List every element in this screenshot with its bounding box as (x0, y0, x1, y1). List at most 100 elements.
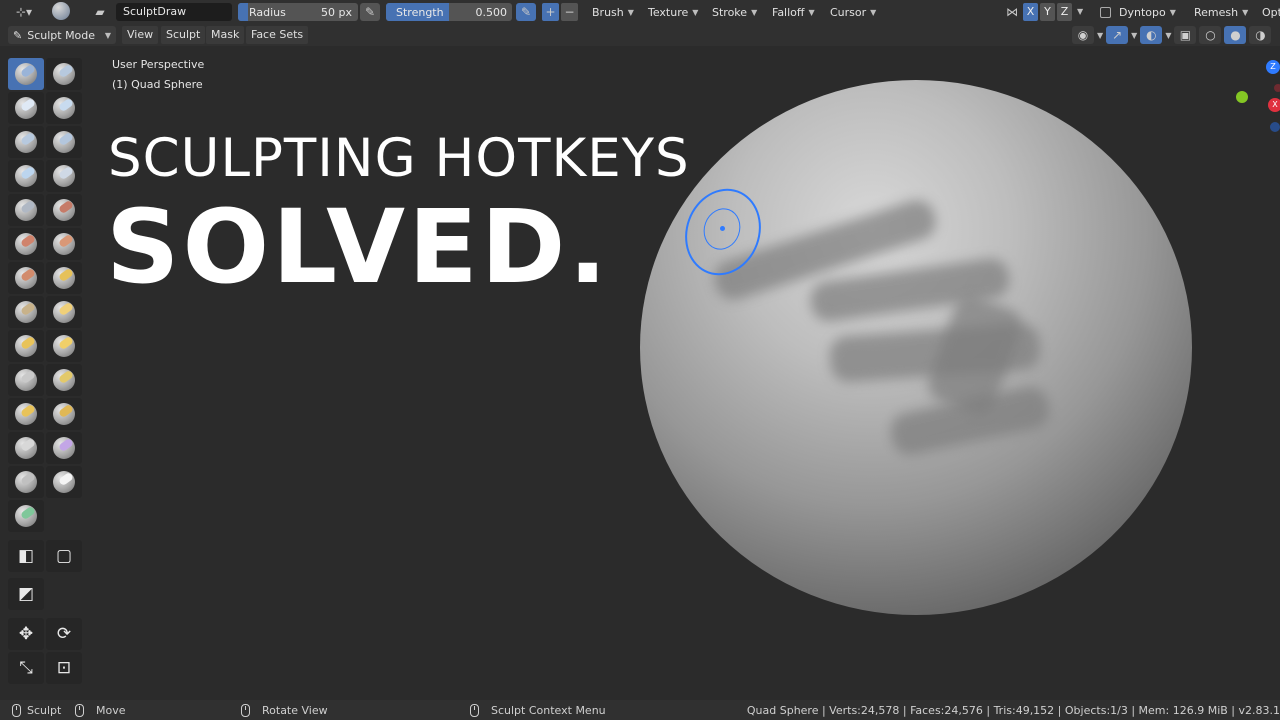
menu-sculpt[interactable]: Sculpt (161, 26, 206, 44)
gizmo-y-axis-dot[interactable] (1236, 91, 1248, 103)
menu-view[interactable]: View (122, 26, 159, 44)
material-shading-icon[interactable]: ◑ (1249, 26, 1272, 44)
chevron-down-icon: ▼ (1242, 7, 1249, 17)
xray-toggle-icon[interactable]: ▣ (1174, 26, 1197, 44)
solid-shading-icon[interactable]: ● (1224, 26, 1247, 44)
texture-menu[interactable]: Texture ▼ (642, 3, 704, 21)
draw-sharp-brush-icon[interactable] (46, 58, 82, 90)
scrape-brush-icon[interactable] (8, 262, 44, 294)
blob-brush-icon[interactable] (46, 160, 82, 192)
chevron-down-icon[interactable]: ▼ (1097, 31, 1103, 40)
lasso-mask-tool-icon[interactable]: ▢ (46, 540, 82, 572)
clay-brush-icon[interactable] (8, 92, 44, 124)
quad-sphere-mesh[interactable] (640, 80, 1192, 615)
draw-brush-icon[interactable] (8, 58, 44, 90)
clay-thumb-brush-icon[interactable] (8, 126, 44, 158)
strength-pressure-icon[interactable]: ✎ (516, 3, 536, 21)
radius-value: 50 px (321, 6, 352, 19)
tool-accent-mark (57, 199, 75, 215)
options-menu[interactable]: Opt (1256, 3, 1280, 21)
gizmo-x-axis[interactable]: X (1268, 98, 1280, 112)
smooth-brush-icon[interactable] (46, 194, 82, 226)
brush-preview-icon[interactable] (50, 2, 72, 20)
box-mask-tool-icon[interactable]: ◧ (8, 540, 44, 572)
simplify-brush-icon[interactable] (8, 466, 44, 498)
snake-hook-brush-icon[interactable] (46, 330, 82, 362)
menu-mask[interactable]: Mask (206, 26, 245, 44)
slide-relax-brush-icon[interactable] (8, 432, 44, 464)
transform-tool-icon[interactable]: ⊡ (46, 652, 82, 684)
chevron-down-icon[interactable]: ▼ (1131, 31, 1137, 40)
direction-subtract-button[interactable]: − (561, 3, 578, 21)
layer-brush-icon[interactable] (46, 126, 82, 158)
inflate-brush-glyph (15, 165, 37, 187)
tool-accent-mark (19, 97, 37, 113)
falloff-menu[interactable]: Falloff ▼ (766, 3, 821, 21)
brush-name-field[interactable]: SculptDraw (116, 3, 232, 21)
mouse-middle-icon (241, 704, 250, 717)
symmetry-y-button[interactable]: Y (1040, 3, 1055, 21)
dyntopo-label: Dyntopo (1119, 5, 1166, 19)
status-rotate: Rotate View (241, 704, 328, 717)
chevron-down-icon[interactable]: ▼ (1077, 7, 1083, 16)
mask-brush-icon[interactable] (46, 466, 82, 498)
visibility-eye-icon[interactable]: ◉ (1072, 26, 1094, 44)
inflate-brush-icon[interactable] (8, 160, 44, 192)
dyntopo-checkbox-icon[interactable] (1100, 6, 1111, 18)
tool-accent-mark (19, 335, 37, 351)
cursor-menu[interactable]: Cursor ▼ (824, 3, 882, 21)
nudge-brush-icon[interactable] (8, 398, 44, 430)
tool-accent-mark (19, 301, 37, 317)
move-tool-icon[interactable]: ✥ (8, 618, 44, 650)
chevron-down-icon[interactable]: ▼ (1165, 31, 1171, 40)
grab-brush-icon[interactable] (46, 296, 82, 328)
flatten-brush-glyph (15, 233, 37, 255)
radius-slider[interactable]: Radius 50 px (238, 3, 358, 21)
mesh-filter-tool-icon[interactable]: ◩ (8, 578, 44, 610)
menu-face-sets[interactable]: Face Sets (246, 26, 309, 44)
direction-add-button[interactable]: + (542, 3, 559, 21)
dyntopo-toggle[interactable]: Dyntopo ▼ (1094, 3, 1182, 21)
symmetry-icon[interactable]: ⋈ (1004, 3, 1020, 21)
flatten-brush-icon[interactable] (8, 228, 44, 260)
draw-brush-glyph (15, 63, 37, 85)
layer-brush-glyph (53, 131, 75, 153)
brush-browse-icon[interactable]: ▰ (92, 3, 108, 21)
gizmo-neg-z-dot[interactable] (1270, 122, 1280, 132)
rotate-brush-glyph (53, 403, 75, 425)
radius-slider-fill (238, 3, 248, 21)
multiplane-scrape-brush-icon[interactable] (46, 262, 82, 294)
stroke-menu[interactable]: Stroke ▼ (706, 3, 763, 21)
fill-brush-glyph (53, 233, 75, 255)
gizmo-toggle-icon[interactable]: ↗ (1106, 26, 1129, 44)
symmetry-x-button[interactable]: X (1023, 3, 1038, 21)
editor-type-icon[interactable]: ⊹▾ (10, 3, 38, 21)
brush-menu[interactable]: Brush ▼ (586, 3, 640, 21)
wireframe-shading-icon[interactable]: ○ (1199, 26, 1222, 44)
rotate-tool-icon[interactable]: ⟳ (46, 618, 82, 650)
overlays-toggle-icon[interactable]: ◐ (1140, 26, 1163, 44)
thumb-brush-icon[interactable] (8, 364, 44, 396)
crease-brush-icon[interactable] (8, 194, 44, 226)
elastic-deform-brush-icon[interactable] (8, 330, 44, 362)
rotate-brush-icon[interactable] (46, 398, 82, 430)
pen-pressure-icon[interactable]: ✎ (360, 3, 380, 21)
strength-slider[interactable]: Strength 0.500 (386, 3, 512, 21)
crease-brush-glyph (15, 199, 37, 221)
draw-face-sets-brush-icon[interactable] (8, 500, 44, 532)
symmetry-z-button[interactable]: Z (1057, 3, 1072, 21)
pose-brush-glyph (53, 369, 75, 391)
scene-statistics: Quad Sphere | Verts:24,578 | Faces:24,57… (746, 704, 1280, 717)
scale-tool-icon[interactable]: ⤡ (8, 652, 44, 684)
fill-brush-icon[interactable] (46, 228, 82, 260)
navigation-gizmo[interactable]: Z X (1222, 56, 1280, 136)
clay-strips-brush-icon[interactable] (46, 92, 82, 124)
pinch-brush-icon[interactable] (8, 296, 44, 328)
pose-brush-icon[interactable] (46, 364, 82, 396)
gizmo-z-axis[interactable]: Z (1266, 60, 1280, 74)
cloth-brush-icon[interactable] (46, 432, 82, 464)
remesh-menu[interactable]: Remesh ▼ (1188, 3, 1254, 21)
gizmo-neg-x-dot[interactable] (1274, 84, 1280, 92)
mode-select[interactable]: ✎ Sculpt Mode ▼ (8, 26, 116, 44)
snake-hook-brush-glyph (53, 335, 75, 357)
